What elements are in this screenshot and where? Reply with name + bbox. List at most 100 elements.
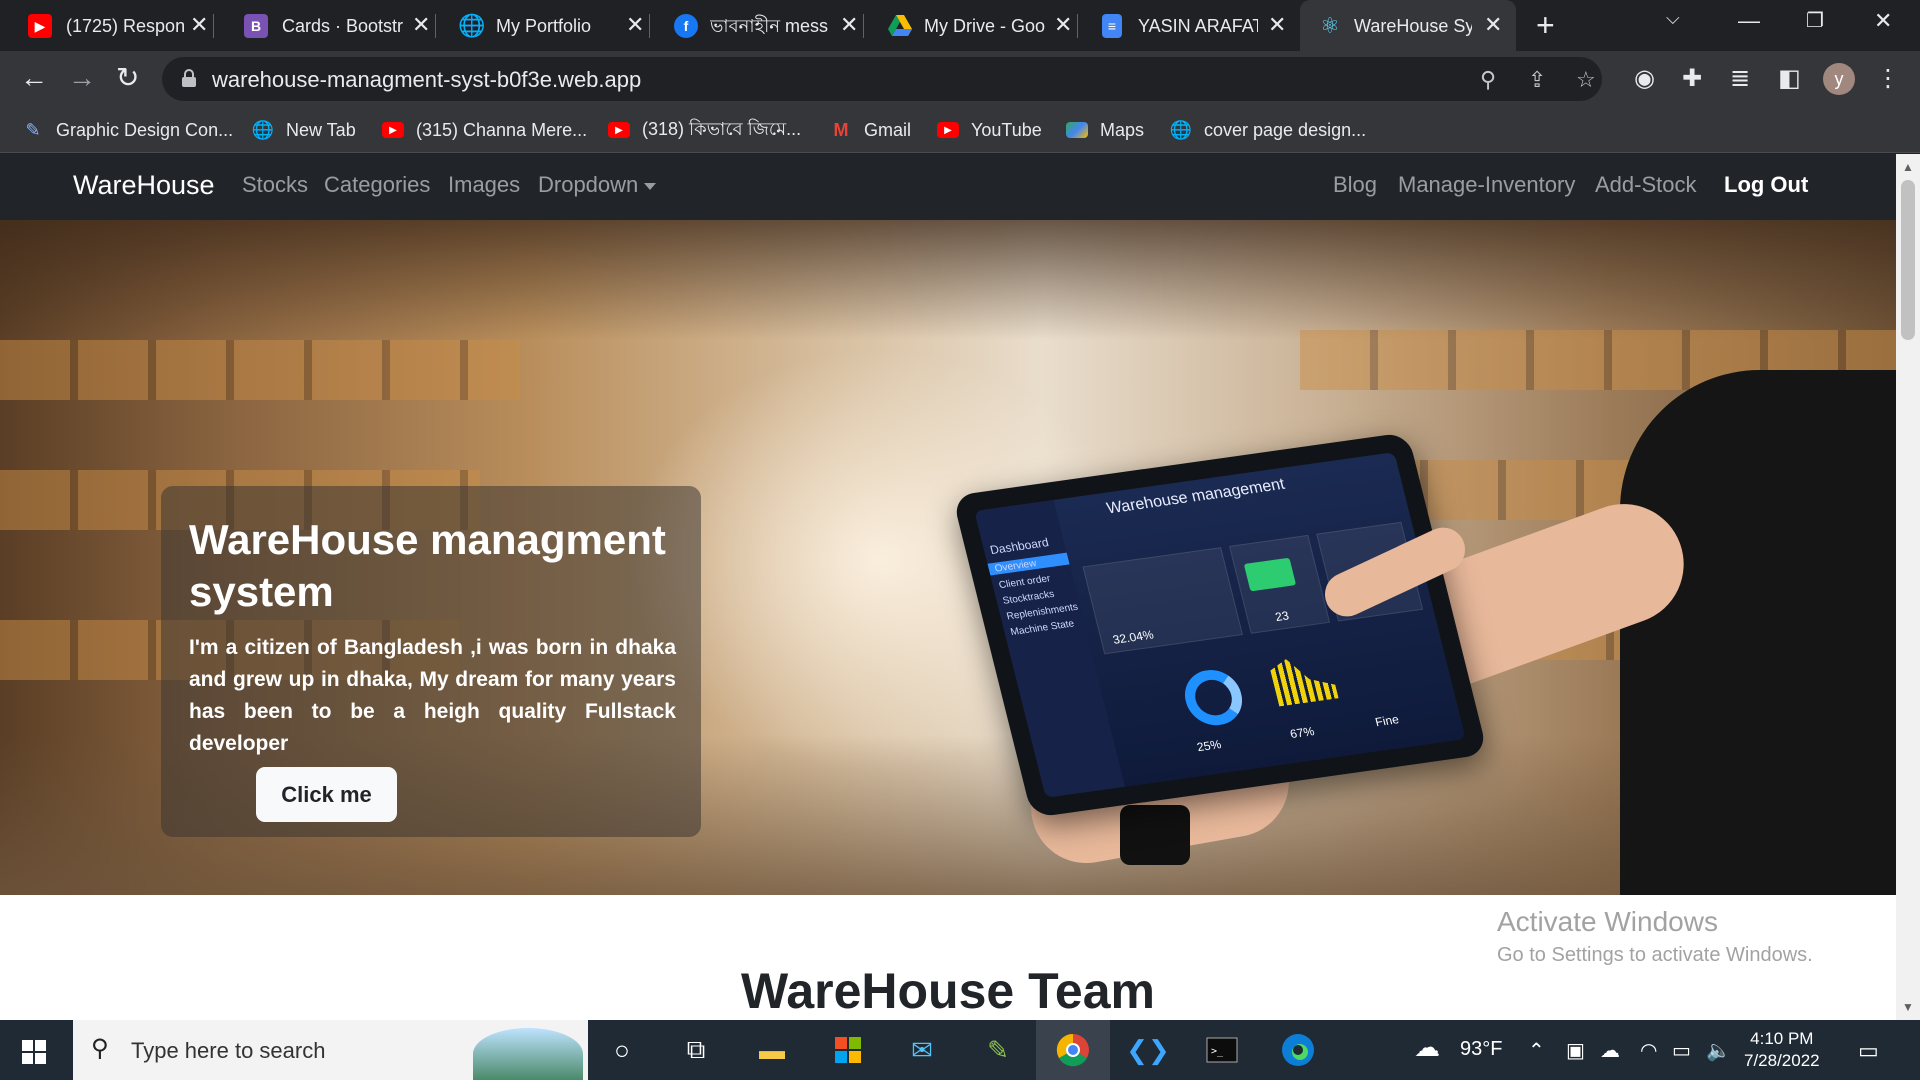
tab-bootstrap-cards[interactable]: B Cards · Bootstr ✕: [222, 0, 436, 51]
click-me-button[interactable]: Click me: [256, 767, 397, 822]
bookmark-gmail[interactable]: M Gmail: [830, 107, 912, 153]
mail-icon[interactable]: ✉: [904, 1032, 940, 1068]
weather-cloud-icon[interactable]: ☁: [1414, 1032, 1440, 1063]
menu-kebab-icon[interactable]: ⋮: [1876, 64, 1900, 93]
nav-manage-inventory[interactable]: Manage-Inventory: [1398, 172, 1575, 198]
scroll-up-icon[interactable]: ▲: [1902, 160, 1914, 174]
bookmark-star-icon[interactable]: ☆: [1576, 67, 1596, 93]
window-close-icon[interactable]: ✕: [1874, 8, 1892, 34]
reload-icon[interactable]: ↻: [116, 63, 139, 93]
bookmark-cover-page[interactable]: 🌐 cover page design...: [1170, 107, 1366, 153]
onedrive-icon[interactable]: ☁: [1600, 1038, 1620, 1063]
tab-youtube-response[interactable]: ▶ (1725) Respons ✕: [0, 0, 214, 51]
bookmark-label: Graphic Design Con...: [56, 119, 234, 140]
nav-blog[interactable]: Blog: [1333, 172, 1377, 198]
watermark-line1: Activate Windows: [1497, 906, 1718, 937]
wifi-icon[interactable]: ◠: [1640, 1038, 1657, 1063]
meet-now-icon[interactable]: ▣: [1566, 1038, 1585, 1063]
minimize-icon[interactable]: —: [1738, 8, 1760, 34]
site-navbar: WareHouse Stocks Categories Images Dropd…: [0, 154, 1896, 220]
scroll-down-icon[interactable]: ▼: [1902, 1000, 1914, 1014]
terminal-icon[interactable]: >_: [1204, 1032, 1240, 1068]
url-text[interactable]: warehouse-managment-syst-b0f3e.web.app: [212, 67, 641, 93]
microsoft-store-icon[interactable]: [830, 1032, 866, 1068]
tab-close-icon[interactable]: ✕: [1268, 12, 1286, 38]
address-bar[interactable]: warehouse-managment-syst-b0f3e.web.app ⚲…: [162, 57, 1602, 101]
restore-icon[interactable]: ❐: [1806, 8, 1824, 33]
screen: ▶ (1725) Respons ✕ B Cards · Bootstr ✕ 🌐…: [0, 0, 1920, 1080]
nav-images[interactable]: Images: [448, 172, 520, 198]
bookmark-label: YouTube: [971, 119, 1042, 140]
bootstrap-icon: B: [244, 14, 268, 38]
extension-avatar-icon[interactable]: ◉: [1634, 64, 1655, 93]
file-explorer-icon[interactable]: ▬: [754, 1032, 790, 1068]
bookmark-youtube[interactable]: ▶ YouTube: [937, 107, 1042, 153]
notepad-plus-icon[interactable]: ✎: [980, 1032, 1016, 1068]
scrollbar-thumb[interactable]: [1901, 180, 1915, 340]
profile-avatar[interactable]: y: [1823, 63, 1855, 95]
tablet-dashboard-title: Warehouse management: [1104, 475, 1287, 518]
bookmark-graphic-design[interactable]: ✎ Graphic Design Con...: [22, 107, 233, 153]
page-scrollbar[interactable]: ▲ ▼: [1896, 154, 1920, 1020]
tab-close-icon[interactable]: ✕: [412, 12, 430, 38]
task-view-icon[interactable]: ⧉: [678, 1032, 714, 1068]
weather-temp[interactable]: 93°F: [1460, 1038, 1502, 1061]
nav-stocks[interactable]: Stocks: [242, 172, 308, 198]
tab-close-icon[interactable]: ✕: [190, 12, 208, 38]
media-control-icon[interactable]: ≣: [1730, 64, 1750, 93]
taskbar-clock[interactable]: 4:10 PM 7/28/2022: [1744, 1028, 1820, 1072]
tab-facebook-messenger[interactable]: f ভাবনাহীন mess ✕: [650, 0, 864, 51]
notifications-icon[interactable]: ▭: [1858, 1038, 1879, 1064]
tab-close-icon[interactable]: ✕: [1054, 12, 1072, 38]
share-icon[interactable]: ⇪: [1528, 67, 1546, 93]
edge-icon[interactable]: [1280, 1032, 1316, 1068]
new-tab-plus-icon[interactable]: +: [1536, 8, 1555, 42]
globe-icon: 🌐: [251, 119, 275, 140]
tray-chevron-up-icon[interactable]: ⌃: [1528, 1038, 1545, 1063]
browser-toolbar: ← → ↻ warehouse-managment-syst-b0f3e.web…: [0, 51, 1920, 107]
bar-chart-icon: [1268, 653, 1339, 706]
volume-icon[interactable]: 🔈: [1706, 1038, 1731, 1063]
tab-title: My Drive - Goo: [924, 16, 1046, 36]
tab-search-chevron-icon[interactable]: ⌵: [1666, 8, 1680, 29]
bookmark-label: Maps: [1100, 119, 1145, 140]
chrome-icon[interactable]: [1036, 1020, 1110, 1080]
warehouse-ceiling: [0, 220, 1896, 340]
tab-google-docs[interactable]: ≡ YASIN ARAFAT ✕: [1078, 0, 1292, 51]
globe-icon: 🌐: [1169, 119, 1193, 140]
back-arrow-icon[interactable]: ←: [20, 63, 48, 93]
battery-icon[interactable]: ▭: [1672, 1038, 1691, 1063]
nav-dropdown[interactable]: Dropdown: [538, 172, 657, 198]
youtube-icon: ▶: [937, 122, 959, 138]
tab-close-icon[interactable]: ✕: [1484, 12, 1502, 38]
tab-close-icon[interactable]: ✕: [840, 12, 858, 38]
site-brand[interactable]: WareHouse: [73, 170, 215, 201]
forward-arrow-icon[interactable]: →: [68, 63, 96, 93]
hero-text: I'm a citizen of Bangladesh ,i was born …: [189, 636, 676, 755]
tab-close-icon[interactable]: ✕: [626, 12, 644, 38]
taskbar-search[interactable]: ⚲ Type here to search: [73, 1020, 588, 1080]
cortana-icon[interactable]: ○: [604, 1032, 640, 1068]
search-highlight-art: [473, 1028, 583, 1080]
tab-warehouse-active[interactable]: ⚛ WareHouse Sy ✕: [1300, 0, 1516, 51]
nav-categories[interactable]: Categories: [324, 172, 430, 198]
side-panel-icon[interactable]: ◧: [1778, 64, 1801, 93]
react-icon: ⚛: [1320, 13, 1340, 38]
shelf-row: [0, 340, 520, 400]
tablet-screen: Dashboard Overview Client order Stocktra…: [974, 452, 1466, 798]
vscode-icon[interactable]: ❮❯: [1126, 1032, 1170, 1068]
bookmark-maps[interactable]: Maps: [1066, 107, 1144, 153]
extensions-puzzle-icon[interactable]: ✚: [1682, 64, 1702, 93]
nav-add-stock[interactable]: Add-Stock: [1595, 172, 1697, 198]
logout-link[interactable]: Log Out: [1724, 172, 1808, 198]
bookmark-new-tab[interactable]: 🌐 New Tab: [252, 107, 356, 153]
windows-start-icon[interactable]: [22, 1040, 46, 1064]
zoom-icon[interactable]: ⚲: [1480, 67, 1496, 93]
tab-google-drive[interactable]: My Drive - Goo ✕: [864, 0, 1078, 51]
facebook-icon: f: [674, 14, 698, 38]
bookmark-bangla-video[interactable]: ▶ (318) কিভাবে জিমে...: [608, 107, 801, 153]
bookmark-channa-mere[interactable]: ▶ (315) Channa Mere...: [382, 107, 587, 153]
tab-my-portfolio[interactable]: 🌐 My Portfolio ✕: [436, 0, 650, 51]
caret-down-icon: [644, 182, 657, 190]
tab-title: YASIN ARAFAT: [1138, 16, 1258, 36]
